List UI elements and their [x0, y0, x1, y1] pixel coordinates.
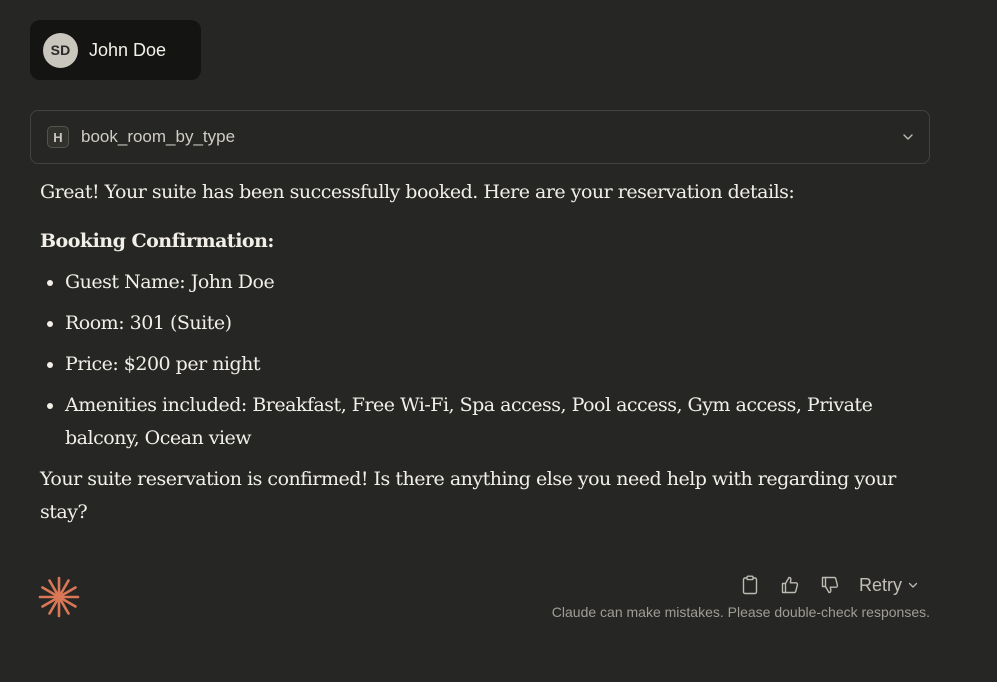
assistant-response: Great! Your suite has been successfully …: [40, 176, 900, 529]
disclaimer-text: Claude can make mistakes. Please double-…: [551, 604, 930, 620]
tool-call-expander[interactable]: H book_room_by_type: [30, 110, 930, 164]
clipboard-icon: [742, 575, 758, 595]
avatar: SD: [43, 32, 78, 68]
response-intro: Great! Your suite has been successfully …: [40, 181, 795, 203]
response-heading: Booking Confirmation:: [40, 230, 274, 252]
copy-button[interactable]: [739, 574, 761, 596]
list-item-room: Room: 301 (Suite): [65, 307, 900, 340]
retry-label: Retry: [858, 574, 902, 595]
response-closing: Your suite reservation is confirmed! Is …: [40, 468, 896, 523]
user-message-chip: SD John Doe: [30, 20, 201, 80]
thumbs-up-icon: [781, 576, 799, 594]
list-item-guest-name: Guest Name: John Doe: [65, 266, 900, 299]
retry-button[interactable]: Retry: [859, 575, 919, 596]
response-actions: Retry: [739, 572, 919, 598]
thumbs-down-icon: [821, 576, 839, 594]
list-item-price: Price: $200 per night: [65, 348, 900, 381]
chevron-down-icon: [908, 582, 918, 588]
claude-logo-icon: [38, 576, 80, 618]
chevron-down-icon[interactable]: [901, 130, 915, 144]
booking-details-list: Guest Name: John Doe Room: 301 (Suite) P…: [40, 266, 900, 455]
thumbs-down-button[interactable]: [819, 574, 841, 596]
thumbs-up-button[interactable]: [779, 574, 801, 596]
list-item-amenities: Amenities included: Breakfast, Free Wi-F…: [65, 389, 900, 455]
user-message-text: John Doe: [89, 39, 167, 60]
tool-call-name: book_room_by_type: [81, 127, 236, 146]
tool-letter-icon: H: [47, 126, 69, 148]
